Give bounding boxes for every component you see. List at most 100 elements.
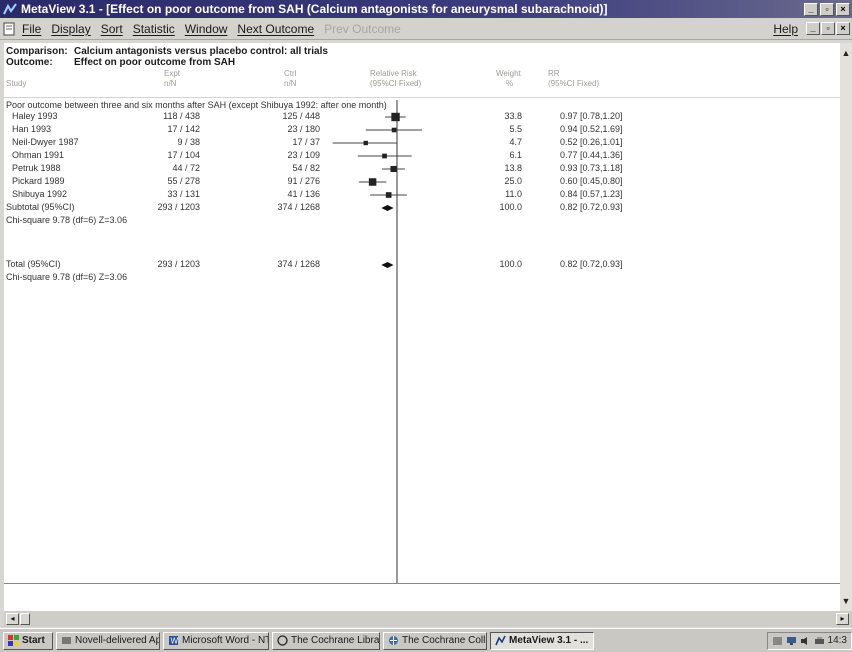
rr-ci-value: 0.93 [0.73,1.18] [560, 163, 623, 173]
ctrl-value: 23 / 109 [287, 150, 320, 160]
subtotal-label: Subtotal (95%CI) [6, 202, 75, 212]
total-row[interactable]: Total (95%CI) 293 / 1203 374 / 1268 100.… [4, 259, 840, 272]
expt-value: 55 / 278 [167, 176, 200, 186]
study-row[interactable]: Ohman 1991 17 / 104 23 / 109 6.1 0.77 [0… [4, 150, 840, 163]
weight-value: 11.0 [505, 189, 522, 199]
taskbar: Start Novell-delivered Ap... W Microsoft… [0, 628, 852, 652]
study-name: Haley 1993 [12, 111, 58, 121]
rr-ci-value: 0.77 [0.44,1.36] [560, 150, 623, 160]
subtotal-row[interactable]: Subtotal (95%CI) 293 / 1203 374 / 1268 1… [4, 202, 840, 215]
weight-value: 33.8 [504, 111, 522, 121]
expt-value: 293 / 1203 [157, 202, 200, 212]
expt-value: 9 / 38 [177, 137, 200, 147]
novell-icon [62, 637, 71, 644]
study-row[interactable]: Haley 1993 118 / 438 125 / 448 33.8 0.97… [4, 111, 840, 124]
weight-value: 5.5 [509, 124, 522, 134]
taskbar-label: The Cochrane Colla... [402, 635, 486, 646]
rr-ci-value: 0.52 [0.26,1.01] [560, 137, 623, 147]
vertical-scrollbar[interactable]: ▲ ▼ [840, 43, 852, 611]
svg-text:W: W [171, 637, 179, 646]
cochrane-library-icon [277, 635, 288, 646]
clock[interactable]: 14:3 [828, 635, 847, 646]
volume-icon[interactable] [800, 636, 811, 646]
taskbar-cochrane-collaboration[interactable]: The Cochrane Colla... [383, 631, 487, 650]
study-row[interactable]: Petruk 1988 44 / 72 54 / 82 13.8 0.93 [0… [4, 163, 840, 176]
doc-restore-button[interactable]: ▫ [821, 22, 835, 35]
subtotal-stats: Chi-square 9.78 (df=6) Z=3.06 [6, 215, 128, 225]
rr-ci-value: 0.60 [0.45,0.80] [560, 176, 623, 186]
horizontal-scrollbar[interactable]: ◂ ▸ [4, 611, 852, 627]
menu-sort[interactable]: Sort [101, 22, 123, 36]
weight-value: 4.7 [509, 137, 522, 147]
close-button[interactable]: × [836, 2, 850, 16]
ctrl-value: 41 / 136 [287, 189, 320, 199]
expt-value: 17 / 104 [167, 150, 200, 160]
metaview-app-icon[interactable] [3, 3, 17, 15]
rr-ci-value: 0.84 [0.57,1.23] [560, 189, 623, 199]
start-button[interactable]: Start [3, 631, 53, 650]
weight-value: 100.0 [499, 202, 522, 212]
study-name: Shibuya 1992 [12, 189, 68, 199]
scroll-right-icon[interactable]: ▸ [836, 613, 849, 625]
study-row[interactable]: Pickard 1989 55 / 278 91 / 276 25.0 0.60… [4, 176, 840, 189]
menu-file[interactable]: File [22, 22, 41, 36]
study-name: Pickard 1989 [12, 176, 65, 186]
study-row[interactable]: Shibuya 1992 33 / 131 41 / 136 11.0 0.84… [4, 189, 840, 202]
weight-value: 13.8 [504, 163, 522, 173]
plot-bottom-rule [4, 583, 840, 584]
expt-value: 44 / 72 [172, 163, 200, 173]
menu-help[interactable]: Help [773, 22, 798, 36]
menu-next-outcome[interactable]: Next Outcome [237, 22, 314, 36]
start-label: Start [22, 635, 45, 646]
taskbar-metaview[interactable]: MetaView 3.1 - ... [490, 631, 594, 650]
menu-window[interactable]: Window [185, 22, 228, 36]
ctrl-value: 54 / 82 [292, 163, 320, 173]
study-row[interactable]: Neil-Dwyer 1987 9 / 38 17 / 37 4.7 0.52 … [4, 137, 840, 150]
scroll-up-icon[interactable]: ▲ [840, 47, 852, 59]
doc-minimize-button[interactable]: _ [806, 22, 820, 35]
ctrl-value: 374 / 1268 [277, 202, 320, 212]
scroll-down-icon[interactable]: ▼ [840, 595, 852, 607]
doc-close-button[interactable]: × [836, 22, 850, 35]
total-stats: Chi-square 9.78 (df=6) Z=3.06 [6, 272, 128, 282]
window-title: MetaView 3.1 - [Effect on poor outcome f… [21, 2, 608, 16]
metaview-icon [495, 635, 506, 646]
windows-logo-icon [8, 635, 19, 646]
word-icon: W [169, 636, 179, 646]
title-bar[interactable]: MetaView 3.1 - [Effect on poor outcome f… [0, 0, 852, 18]
menu-statistic[interactable]: Statistic [133, 22, 175, 36]
ctrl-value: 91 / 276 [287, 176, 320, 186]
restore-button[interactable]: ▫ [820, 2, 834, 16]
total-label: Total (95%CI) [6, 259, 61, 269]
taskbar-label: Novell-delivered Ap... [75, 635, 160, 646]
menu-display[interactable]: Display [51, 22, 90, 36]
taskbar-cochrane-library[interactable]: The Cochrane Libra... [272, 631, 380, 650]
taskbar-label: MetaView 3.1 - ... [509, 635, 589, 646]
taskbar-novell[interactable]: Novell-delivered Ap... [56, 631, 160, 650]
rr-ci-value: 0.97 [0.78,1.20] [560, 111, 623, 121]
document-icon[interactable] [2, 22, 16, 36]
ctrl-value: 374 / 1268 [277, 259, 320, 269]
taskbar-word[interactable]: W Microsoft Word - NT [163, 631, 269, 650]
menu-prev-outcome[interactable]: Prev Outcome [324, 22, 401, 36]
taskbar-label: The Cochrane Libra... [291, 635, 380, 646]
minimize-button[interactable]: _ [804, 2, 818, 16]
expt-value: 118 / 438 [163, 111, 200, 121]
scroll-left-icon[interactable]: ◂ [6, 613, 19, 625]
weight-value: 100.0 [499, 259, 522, 269]
study-name: Petruk 1988 [12, 163, 61, 173]
scroll-thumb[interactable] [20, 613, 30, 625]
study-name: Neil-Dwyer 1987 [12, 137, 79, 147]
printer-icon[interactable] [814, 636, 825, 646]
ctrl-value: 17 / 37 [292, 137, 320, 147]
expt-value: 17 / 142 [167, 124, 200, 134]
monitor-icon[interactable] [786, 636, 797, 646]
rr-ci-value: 0.82 [0.72,0.93] [560, 259, 623, 269]
network-icon[interactable] [772, 636, 783, 646]
study-row[interactable]: Han 1993 17 / 142 23 / 180 5.5 0.94 [0.5… [4, 124, 840, 137]
study-name: Ohman 1991 [12, 150, 65, 160]
ctrl-value: 125 / 448 [282, 111, 320, 121]
expt-value: 293 / 1203 [157, 259, 200, 269]
study-name: Han 1993 [12, 124, 52, 134]
ctrl-value: 23 / 180 [287, 124, 320, 134]
